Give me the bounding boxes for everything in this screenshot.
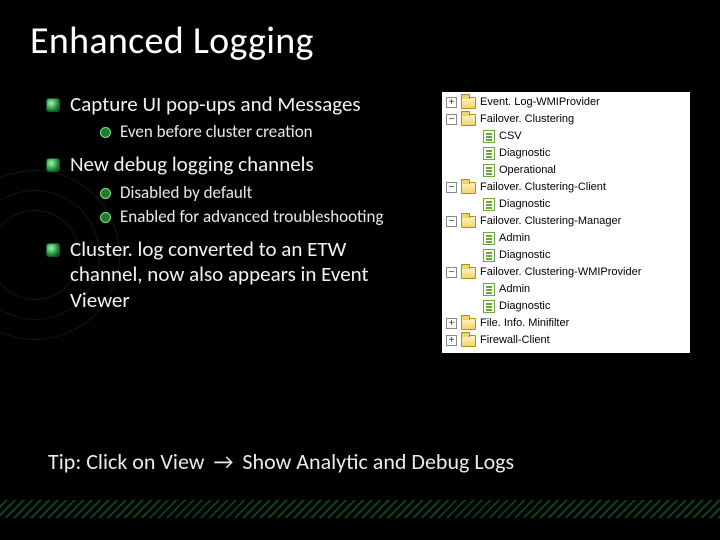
- bullet-capture-ui: Capture UI pop-ups and Messages Even bef…: [40, 92, 422, 142]
- log-icon: [483, 198, 495, 211]
- tip-prefix: Tip: Click on View: [48, 448, 205, 475]
- slide: Enhanced Logging Capture UI pop-ups and …: [0, 0, 720, 540]
- bullet-cluster-log: Cluster. log converted to an ETW channel…: [40, 237, 422, 313]
- tree-label: Diagnostic: [499, 298, 550, 315]
- collapse-icon[interactable]: −: [446, 267, 457, 278]
- tree-node-failover-clustering-client[interactable]: − Failover. Clustering-Client: [444, 179, 688, 196]
- event-viewer-tree: + Event. Log-WMIProvider − Failover. Clu…: [442, 92, 690, 353]
- tip-suffix: Show Analytic and Debug Logs: [242, 448, 514, 475]
- tree-node-failover-clustering-manager[interactable]: − Failover. Clustering-Manager: [444, 213, 688, 230]
- log-icon: [483, 300, 495, 313]
- arrow-icon: →: [214, 448, 234, 475]
- bullets-column: Capture UI pop-ups and Messages Even bef…: [30, 92, 422, 353]
- sub-bullet: Even before cluster creation: [100, 121, 422, 142]
- log-icon: [483, 130, 495, 143]
- tree-node-failover-clustering-wmiprovider[interactable]: − Failover. Clustering-WMIProvider: [444, 264, 688, 281]
- tree-label: Operational: [499, 162, 556, 179]
- log-icon: [483, 232, 495, 245]
- collapse-icon[interactable]: −: [446, 216, 457, 227]
- tree-label: Diagnostic: [499, 145, 550, 162]
- tip-line: Tip: Click on View → Show Analytic and D…: [48, 448, 514, 475]
- folder-icon: [461, 318, 476, 330]
- log-icon: [483, 283, 495, 296]
- folder-icon: [461, 114, 476, 126]
- tree-label: Admin: [499, 230, 530, 247]
- bullet-text: Capture UI pop-ups and Messages: [70, 91, 361, 117]
- tree-label: Failover. Clustering-Manager: [480, 213, 621, 230]
- folder-icon: [461, 182, 476, 194]
- sub-bullet: Enabled for advanced troubleshooting: [100, 206, 422, 227]
- tree-label: CSV: [499, 128, 522, 145]
- collapse-icon[interactable]: −: [446, 182, 457, 193]
- tree-leaf-diagnostic[interactable]: Diagnostic: [444, 247, 688, 264]
- log-icon: [483, 164, 495, 177]
- footer-decoration: [0, 500, 720, 518]
- tree-node-firewall-client[interactable]: + Firewall-Client: [444, 332, 688, 349]
- sub-bullet: Disabled by default: [100, 182, 422, 203]
- expand-icon[interactable]: +: [446, 318, 457, 329]
- tree-node-failover-clustering[interactable]: − Failover. Clustering: [444, 111, 688, 128]
- tree-leaf-csv[interactable]: CSV: [444, 128, 688, 145]
- bullet-debug-channels: New debug logging channels Disabled by d…: [40, 152, 422, 227]
- tree-leaf-admin[interactable]: Admin: [444, 230, 688, 247]
- log-icon: [483, 147, 495, 160]
- tree-leaf-operational[interactable]: Operational: [444, 162, 688, 179]
- tree-leaf-diagnostic[interactable]: Diagnostic: [444, 196, 688, 213]
- tree-leaf-admin[interactable]: Admin: [444, 281, 688, 298]
- folder-icon: [461, 216, 476, 228]
- folder-icon: [461, 267, 476, 279]
- tree-leaf-diagnostic[interactable]: Diagnostic: [444, 298, 688, 315]
- folder-icon: [461, 97, 476, 109]
- tree-label: File. Info. Minifilter: [480, 315, 569, 332]
- slide-title: Enhanced Logging: [30, 18, 690, 64]
- tree-label: Failover. Clustering-WMIProvider: [480, 264, 641, 281]
- tree-label: Failover. Clustering-Client: [480, 179, 606, 196]
- tree-node-fileinfo-minifilter[interactable]: + File. Info. Minifilter: [444, 315, 688, 332]
- content-row: Capture UI pop-ups and Messages Even bef…: [30, 92, 690, 353]
- tree-node-eventlog-wmiprovider[interactable]: + Event. Log-WMIProvider: [444, 94, 688, 111]
- tree-label: Diagnostic: [499, 247, 550, 264]
- tree-label: Admin: [499, 281, 530, 298]
- tree-label: Diagnostic: [499, 196, 550, 213]
- expand-icon[interactable]: +: [446, 97, 457, 108]
- log-icon: [483, 249, 495, 262]
- expand-icon[interactable]: +: [446, 335, 457, 346]
- tree-label: Event. Log-WMIProvider: [480, 94, 600, 111]
- folder-icon: [461, 335, 476, 347]
- collapse-icon[interactable]: −: [446, 114, 457, 125]
- tree-leaf-diagnostic[interactable]: Diagnostic: [444, 145, 688, 162]
- tree-label: Failover. Clustering: [480, 111, 574, 128]
- tree-label: Firewall-Client: [480, 332, 550, 349]
- bullet-text: New debug logging channels: [70, 151, 314, 177]
